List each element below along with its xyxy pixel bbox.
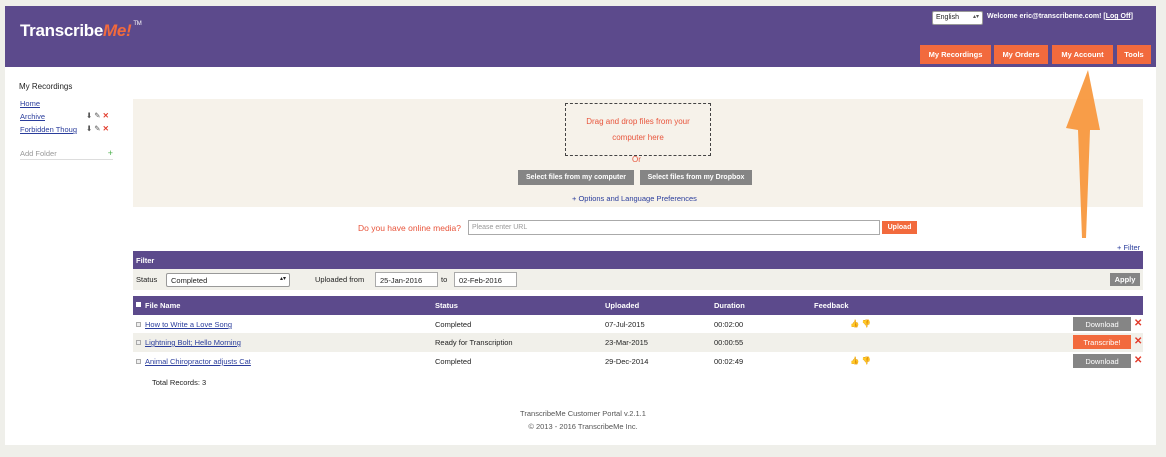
select-from-dropbox-button[interactable]: Select files from my Dropbox bbox=[640, 170, 752, 185]
logo-text: Transcribe bbox=[20, 21, 103, 40]
file-duration: 00:02:49 bbox=[714, 357, 744, 366]
delete-icon[interactable]: ✕ bbox=[1134, 355, 1142, 366]
download-button[interactable]: Download bbox=[1073, 354, 1131, 368]
transcribeme-logo[interactable]: TranscribeMe! TM bbox=[20, 21, 142, 41]
or-separator: Or bbox=[632, 155, 641, 164]
delete-icon[interactable]: ✕ bbox=[103, 111, 109, 120]
feedback-icons: 👍 👎 bbox=[850, 319, 871, 328]
language-value: English bbox=[936, 14, 959, 21]
table-row: Lightning Bolt; Hello Morning Ready for … bbox=[133, 333, 1143, 352]
status-label: Status bbox=[136, 275, 158, 284]
edit-icon[interactable]: ✎ bbox=[94, 111, 100, 120]
footer-copyright: © 2013 - 2016 TranscribeMe Inc. bbox=[528, 422, 638, 431]
edit-icon[interactable]: ✎ bbox=[94, 124, 100, 133]
file-duration: 00:00:55 bbox=[714, 338, 744, 347]
logo-me-text: Me! bbox=[103, 21, 132, 40]
options-language-link[interactable]: + Options and Language Preferences bbox=[572, 194, 697, 203]
status-select-value: Completed bbox=[171, 276, 208, 285]
archive-actions: ⬇ ✎ ✕ bbox=[86, 111, 109, 120]
online-media-label: Do you have online media? bbox=[358, 223, 462, 233]
plus-icon[interactable]: + bbox=[108, 148, 113, 158]
thumbs-up-icon[interactable]: 👍 bbox=[850, 356, 859, 365]
table-row: How to Write a Love Song Completed 07-Ju… bbox=[133, 315, 1143, 334]
select-all-checkbox[interactable] bbox=[136, 302, 141, 307]
sidebar-item-forbidden[interactable]: Forbidden Thoug bbox=[20, 125, 84, 134]
url-input[interactable]: Please enter URL bbox=[468, 220, 880, 235]
filter-header: Filter bbox=[133, 251, 1143, 269]
annotation-arrow-icon bbox=[1066, 70, 1100, 238]
file-uploaded: 07-Jul-2015 bbox=[605, 320, 645, 329]
add-folder-placeholder: Add Folder bbox=[20, 149, 57, 158]
nav-my-orders[interactable]: My Orders bbox=[994, 45, 1048, 64]
uploaded-from-label: Uploaded from bbox=[315, 275, 365, 284]
file-uploaded: 23-Mar-2015 bbox=[605, 338, 648, 347]
download-icon[interactable]: ⬇ bbox=[86, 124, 92, 133]
table-row: Animal Chiropractor adjusts Cat Complete… bbox=[133, 352, 1143, 371]
to-date-input[interactable]: 02-Feb-2016 bbox=[454, 272, 517, 287]
delete-icon[interactable]: ✕ bbox=[1134, 336, 1142, 347]
column-file-name[interactable]: File Name bbox=[145, 301, 180, 310]
window-edge bbox=[1157, 6, 1166, 457]
nav-tools[interactable]: Tools bbox=[1117, 45, 1151, 64]
dropzone-line-1: Drag and drop files from your bbox=[586, 117, 690, 126]
file-status: Completed bbox=[435, 320, 472, 329]
apply-filter-button[interactable]: Apply bbox=[1110, 273, 1140, 286]
download-icon[interactable]: ⬇ bbox=[86, 111, 92, 120]
welcome-text: Welcome eric@transcribeme.com! [Log Off] bbox=[987, 13, 1133, 20]
to-date-value: 02-Feb-2016 bbox=[459, 276, 502, 285]
file-name-link[interactable]: Animal Chiropractor adjusts Cat bbox=[145, 357, 251, 366]
from-date-value: 25-Jan-2016 bbox=[380, 276, 423, 285]
file-name-link[interactable]: How to Write a Love Song bbox=[145, 320, 232, 329]
delete-icon[interactable]: ✕ bbox=[1134, 318, 1142, 329]
delete-icon[interactable]: ✕ bbox=[103, 124, 109, 133]
thumbs-up-icon[interactable]: 👍 bbox=[850, 319, 859, 328]
file-status: Ready for Transcription bbox=[435, 338, 513, 347]
column-duration[interactable]: Duration bbox=[714, 301, 745, 310]
logo-trademark: TM bbox=[133, 21, 142, 27]
filter-title: Filter bbox=[136, 256, 155, 265]
welcome-message: Welcome eric@transcribeme.com! [ bbox=[987, 13, 1106, 20]
logoff-link[interactable]: Log Off bbox=[1106, 13, 1131, 20]
status-select[interactable]: Completed ▴▾ bbox=[166, 273, 290, 287]
row-checkbox[interactable] bbox=[136, 322, 141, 327]
transcribe-button[interactable]: Transcribe! bbox=[1073, 335, 1131, 349]
column-feedback[interactable]: Feedback bbox=[814, 301, 849, 310]
nav-my-recordings[interactable]: My Recordings bbox=[920, 45, 991, 64]
select-from-computer-button[interactable]: Select files from my computer bbox=[518, 170, 634, 185]
row-checkbox[interactable] bbox=[136, 359, 141, 364]
language-select[interactable]: English ▴▾ bbox=[932, 11, 983, 25]
file-name-link[interactable]: Lightning Bolt; Hello Morning bbox=[145, 338, 241, 347]
file-status: Completed bbox=[435, 357, 472, 366]
row-checkbox[interactable] bbox=[136, 340, 141, 345]
feedback-icons: 👍 👎 bbox=[850, 356, 871, 365]
from-date-input[interactable]: 25-Jan-2016 bbox=[375, 272, 438, 287]
file-dropzone[interactable]: Drag and drop files from your computer h… bbox=[565, 103, 711, 156]
select-arrows-icon: ▴▾ bbox=[972, 14, 979, 20]
welcome-bracket: ] bbox=[1130, 13, 1133, 20]
file-uploaded: 29-Dec-2014 bbox=[605, 357, 649, 366]
add-folder-input[interactable]: Add Folder + bbox=[20, 148, 113, 160]
column-uploaded[interactable]: Uploaded bbox=[605, 301, 639, 310]
recordings-table-header: File Name Status Uploaded Duration Feedb… bbox=[133, 296, 1143, 315]
download-button[interactable]: Download bbox=[1073, 317, 1131, 331]
to-label: to bbox=[441, 275, 448, 284]
select-arrows-icon: ▴▾ bbox=[279, 276, 286, 282]
upload-url-button[interactable]: Upload bbox=[882, 221, 917, 234]
sidebar-item-archive[interactable]: Archive bbox=[20, 112, 45, 121]
nav-my-account[interactable]: My Account bbox=[1052, 45, 1113, 64]
sidebar-item-home[interactable]: Home bbox=[20, 99, 40, 108]
url-placeholder: Please enter URL bbox=[472, 224, 528, 231]
column-status[interactable]: Status bbox=[435, 301, 458, 310]
footer-version: TranscribeMe Customer Portal v.2.1.1 bbox=[520, 409, 646, 418]
file-duration: 00:02:00 bbox=[714, 320, 744, 329]
total-records: Total Records: 3 bbox=[152, 378, 207, 387]
thumbs-down-icon[interactable]: 👎 bbox=[861, 356, 870, 365]
dropzone-line-2: computer here bbox=[612, 133, 664, 142]
forbidden-actions: ⬇ ✎ ✕ bbox=[86, 124, 109, 133]
sidebar-title: My Recordings bbox=[19, 82, 73, 91]
thumbs-down-icon[interactable]: 👎 bbox=[861, 319, 870, 328]
